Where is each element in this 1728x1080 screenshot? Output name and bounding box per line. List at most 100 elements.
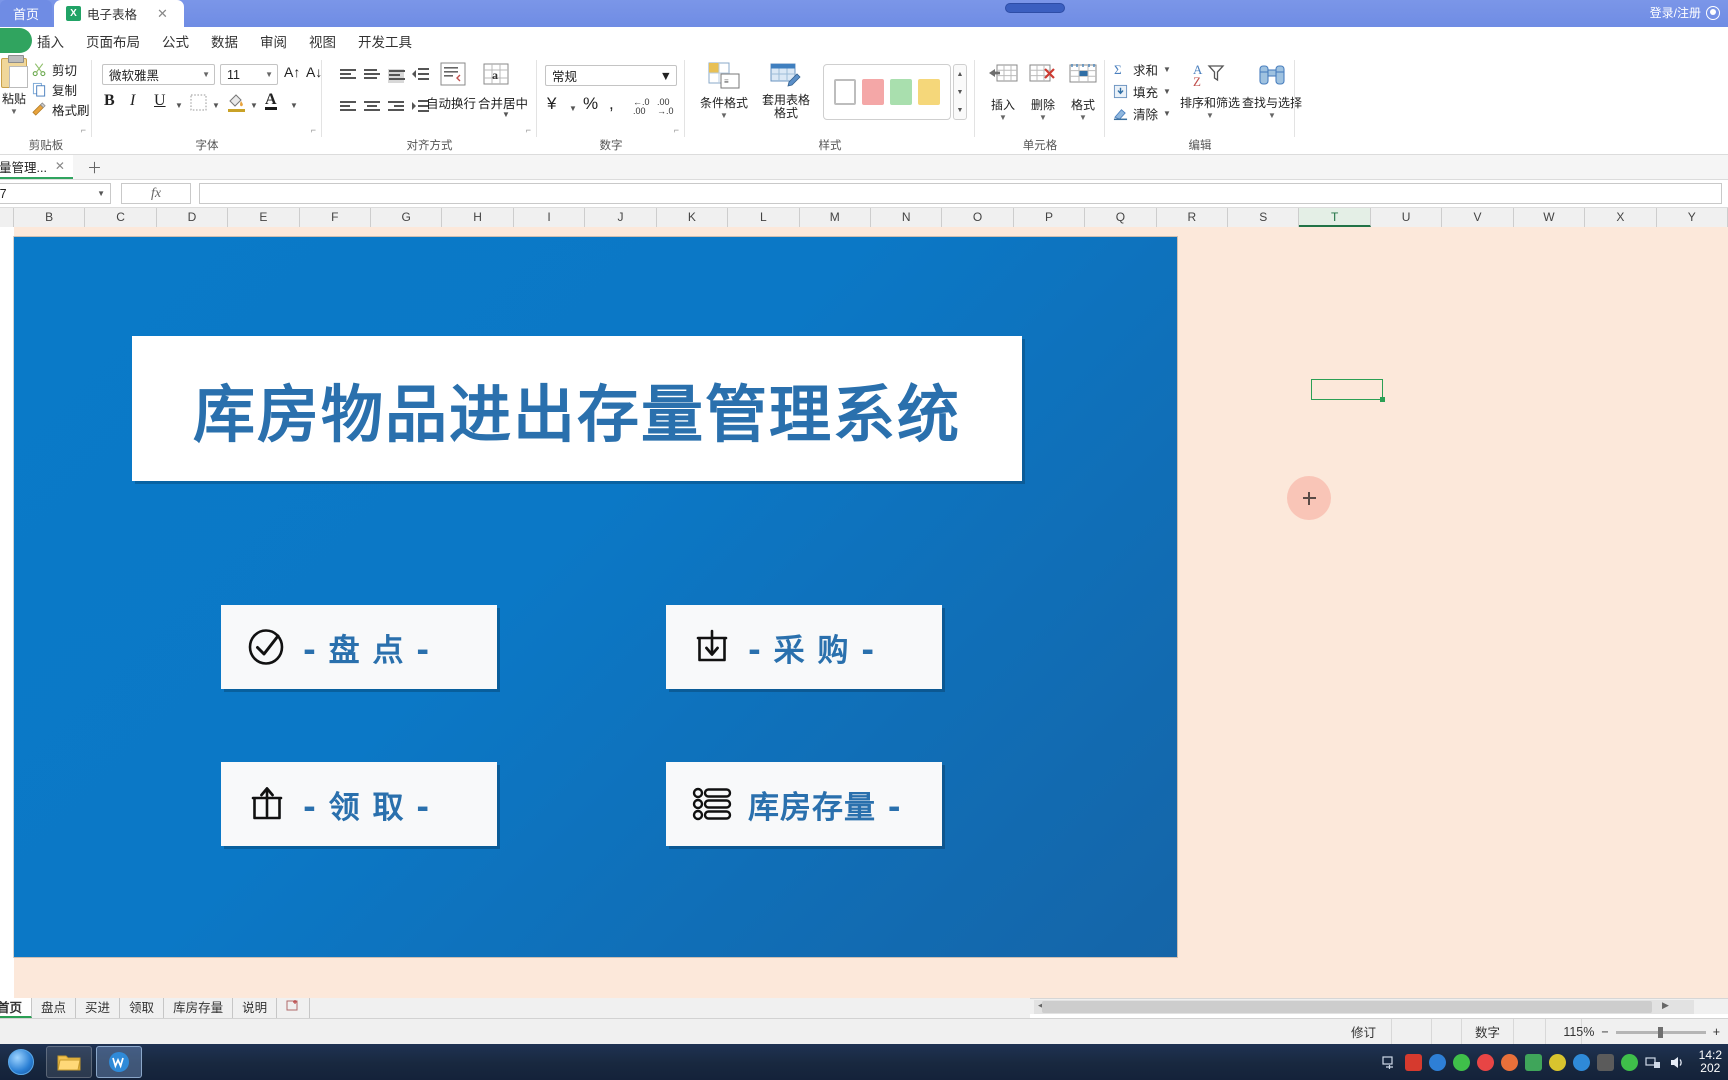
mail-icon[interactable] — [1404, 1053, 1422, 1071]
sheet-tab-0[interactable]: 首页 — [0, 998, 33, 1018]
qq-icon[interactable] — [1476, 1053, 1494, 1071]
menu-item-data[interactable]: 数据 — [200, 29, 249, 53]
sheet-tab-3[interactable]: 领取 — [120, 998, 165, 1018]
shrink-font-button[interactable]: A↓ — [306, 64, 322, 80]
sheet-tab-1[interactable]: 盘点 — [32, 998, 77, 1018]
column-header-o[interactable]: O — [942, 208, 1014, 227]
column-header-b[interactable]: B — [13, 208, 86, 227]
column-header-p[interactable]: P — [1013, 208, 1086, 227]
add-sheet-icon[interactable] — [277, 998, 311, 1018]
plus-circle-icon[interactable] — [1548, 1053, 1566, 1071]
column-header-l[interactable]: L — [728, 208, 800, 227]
chevron-down-icon[interactable]: ▼ — [1163, 87, 1171, 96]
chevron-down-icon[interactable]: ▼ — [265, 70, 273, 79]
percent-button[interactable]: % — [583, 94, 598, 114]
wechat2-icon[interactable] — [1620, 1053, 1638, 1071]
decrease-indent-icon[interactable] — [412, 67, 430, 86]
number-format-select[interactable]: 常规 ▼ — [545, 65, 677, 86]
paste-button[interactable]: 粘贴 ▼ — [0, 55, 36, 116]
menu-item-insert[interactable]: 插入 — [26, 29, 75, 53]
home-tab[interactable]: 首页 — [0, 0, 52, 27]
chevron-down-icon[interactable]: ▼ — [212, 101, 220, 110]
workbook-tab[interactable]: 出存量管理... ✕ — [0, 155, 73, 179]
format-painter-button[interactable]: 格式刷 — [32, 100, 90, 119]
status-revision[interactable]: 修订 — [1336, 1018, 1392, 1045]
delete-cells-button[interactable]: 删除 ▼ — [1023, 64, 1063, 122]
menu-item-review[interactable]: 审阅 — [249, 29, 298, 53]
italic-button[interactable]: I — [130, 92, 135, 110]
column-header-n[interactable]: N — [870, 208, 943, 227]
zoom-slider-knob[interactable] — [1657, 1026, 1663, 1038]
clapper-icon[interactable] — [1596, 1053, 1614, 1071]
formula-input[interactable] — [199, 183, 1722, 204]
column-header-g[interactable]: G — [371, 208, 443, 227]
increase-decimal-button[interactable]: ←.0.00 — [633, 98, 650, 116]
decrease-decimal-button[interactable]: .00 →.0 — [657, 98, 674, 116]
zoom-slider[interactable] — [1615, 1026, 1706, 1038]
shield-icon[interactable] — [1524, 1053, 1542, 1071]
fill-color-button[interactable] — [227, 92, 246, 115]
underline-button[interactable]: U — [154, 92, 166, 110]
sheet-tab-2[interactable]: 买进 — [76, 998, 121, 1018]
align-left-icon[interactable] — [340, 101, 356, 115]
cell-styles-gallery[interactable] — [823, 64, 951, 120]
qq2-icon[interactable] — [1500, 1053, 1518, 1071]
merge-center-icon[interactable]: a — [482, 62, 510, 91]
chevron-down-icon[interactable]: ▼ — [250, 101, 258, 110]
align-center-icon[interactable] — [364, 101, 380, 115]
taskbar-clock[interactable]: 14:2 202 — [1699, 1049, 1722, 1075]
font-color-button[interactable]: A — [265, 91, 277, 110]
sheet-tab-4[interactable]: 库房存量 — [164, 998, 234, 1018]
font-size-select[interactable]: 11 ▼ — [220, 64, 278, 85]
column-header-e[interactable]: E — [228, 208, 300, 227]
zoom-out-button[interactable]: − — [1601, 1025, 1608, 1039]
file-explorer-icon[interactable] — [46, 1046, 92, 1078]
alignment-dialog-launcher[interactable]: ⌐ — [526, 125, 531, 135]
camera-icon[interactable] — [1572, 1053, 1590, 1071]
nav-button-stock[interactable]: 库房存量 - — [666, 762, 942, 846]
column-header-m[interactable]: M — [799, 208, 871, 227]
cut-button[interactable]: 剪切 — [32, 60, 77, 79]
font-family-select[interactable]: 微软雅黑 ▼ — [102, 64, 215, 85]
show-desktop-icon[interactable] — [1381, 1054, 1398, 1071]
nav-button-inventory[interactable]: - 盘 点 - — [221, 605, 497, 689]
browser-icon[interactable] — [1428, 1053, 1446, 1071]
menu-item-view[interactable]: 视图 — [298, 29, 347, 53]
align-top-icon[interactable] — [340, 69, 356, 83]
sheet-tab-5[interactable]: 说明 — [233, 998, 278, 1018]
column-header-r[interactable]: R — [1156, 208, 1229, 227]
chevron-down-icon[interactable]: ▼ — [1163, 65, 1171, 74]
borders-button[interactable] — [190, 94, 207, 114]
column-header-j[interactable]: J — [585, 208, 657, 227]
menu-item-page-layout[interactable]: 页面布局 — [75, 29, 151, 53]
column-header-w[interactable]: W — [1513, 208, 1586, 227]
chevron-down-icon[interactable]: ▼ — [569, 104, 577, 113]
column-header-t[interactable]: T — [1299, 208, 1371, 227]
chevron-down-icon[interactable]: ▼ — [695, 111, 753, 120]
column-header-k[interactable]: K — [656, 208, 729, 227]
conditional-format-button[interactable]: ≡ 条件格式 ▼ — [695, 62, 753, 120]
scroll-right-icon[interactable]: ▶ — [1662, 1000, 1669, 1011]
column-header-h[interactable]: H — [442, 208, 514, 227]
wechat-icon[interactable] — [1452, 1053, 1470, 1071]
volume-icon[interactable] — [1669, 1054, 1686, 1071]
style-swatch-neutral[interactable] — [918, 79, 940, 105]
grow-font-button[interactable]: A↑ — [284, 64, 300, 80]
plus-icon[interactable]: ＋ — [87, 157, 102, 178]
close-icon[interactable]: ✕ — [55, 159, 65, 173]
worksheet-area[interactable]: 库房物品进出存量管理系统 - 盘 点 - - 采 购 - - 领 取 - 库房存… — [0, 227, 1728, 998]
number-dialog-launcher[interactable]: ⌐ — [674, 125, 679, 135]
column-header-v[interactable]: V — [1442, 208, 1514, 227]
chevron-down-icon[interactable]: ▼ — [1179, 111, 1241, 120]
insert-cells-button[interactable]: 插入 ▼ — [983, 64, 1023, 122]
column-header-i[interactable]: I — [513, 208, 586, 227]
style-swatch-good[interactable] — [890, 79, 913, 105]
sort-filter-button[interactable]: AZ 排序和筛选 ▼ — [1179, 62, 1241, 120]
document-tab[interactable]: X 电子表格 ✕ — [54, 0, 184, 27]
zoom-control[interactable]: 115% − + — [1563, 1019, 1720, 1045]
comma-button[interactable]: , — [609, 94, 614, 114]
start-orb-icon[interactable] — [0, 1044, 42, 1080]
column-header-q[interactable]: Q — [1085, 208, 1157, 227]
font-dialog-launcher[interactable]: ⌐ — [311, 125, 316, 135]
autosum-button[interactable]: Σ 求和 ▼ — [1113, 60, 1171, 79]
